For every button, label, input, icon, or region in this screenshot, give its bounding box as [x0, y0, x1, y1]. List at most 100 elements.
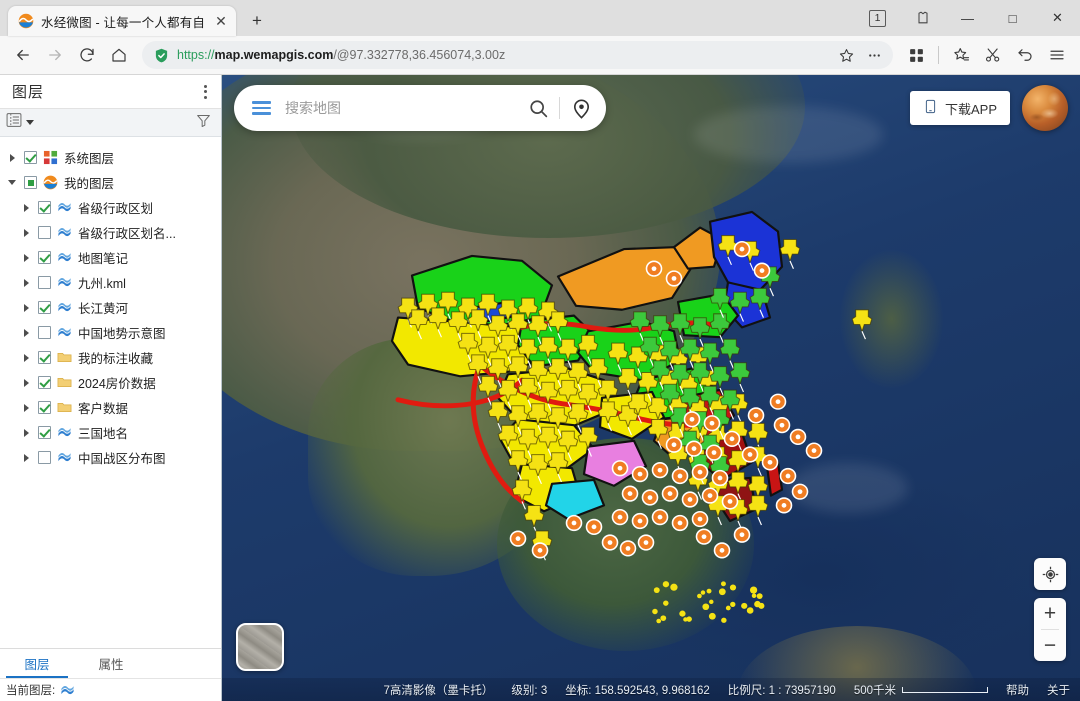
layer-tree-item[interactable]: 省级行政区划 [0, 195, 221, 220]
map-point-marker[interactable] [726, 606, 731, 611]
map-point-marker[interactable] [673, 469, 688, 484]
map-point-marker[interactable] [735, 527, 750, 542]
layer-checkbox[interactable] [38, 301, 51, 314]
forward-icon[interactable] [40, 40, 70, 70]
map-point-marker[interactable] [697, 594, 702, 599]
basemap-switcher-thumbnail[interactable] [236, 623, 284, 671]
layer-checkbox[interactable] [38, 201, 51, 214]
expand-arrow-icon[interactable] [20, 329, 32, 337]
maximize-button[interactable]: □ [990, 1, 1035, 35]
map-point-marker[interactable] [639, 535, 654, 550]
layer-tree-item[interactable]: 长江黄河 [0, 295, 221, 320]
home-icon[interactable] [104, 40, 134, 70]
layer-checkbox[interactable] [38, 326, 51, 339]
map-point-marker[interactable] [752, 594, 757, 598]
map-point-marker[interactable] [511, 531, 526, 546]
map-pin-marker[interactable] [780, 239, 800, 268]
layer-checkbox[interactable] [38, 351, 51, 364]
expand-arrow-icon[interactable] [20, 429, 32, 437]
map-point-marker[interactable] [660, 615, 666, 621]
close-icon[interactable]: ✕ [212, 12, 230, 30]
layer-tree-item[interactable]: 2024房价数据 [0, 370, 221, 395]
map-point-marker[interactable] [663, 486, 678, 501]
layer-checkbox[interactable] [38, 451, 51, 464]
kebab-menu-icon[interactable] [200, 80, 211, 104]
collections-icon[interactable] [946, 40, 976, 70]
map-point-marker[interactable] [613, 510, 628, 525]
map-point-marker[interactable] [777, 498, 792, 513]
layer-tree-item[interactable]: 地图笔记 [0, 245, 221, 270]
layer-checkbox[interactable] [38, 226, 51, 239]
map-point-marker[interactable] [683, 492, 698, 507]
layer-tree-item[interactable]: 九州.kml [0, 270, 221, 295]
map-point-marker[interactable] [723, 494, 738, 509]
map-point-marker[interactable] [533, 543, 548, 558]
map-point-marker[interactable] [771, 394, 786, 409]
map-point-marker[interactable] [603, 535, 618, 550]
profile-icon[interactable] [900, 1, 945, 35]
map-point-marker[interactable] [633, 467, 648, 482]
expand-arrow-icon[interactable] [20, 254, 32, 262]
map-point-marker[interactable] [663, 600, 669, 605]
layer-tree-item[interactable]: 系统图层 [0, 145, 221, 170]
tab-count-button[interactable]: 1 [855, 1, 900, 35]
new-tab-button[interactable]: + [242, 6, 272, 36]
map-point-marker[interactable] [755, 263, 770, 278]
map-point-marker[interactable] [735, 242, 750, 257]
map-point-marker[interactable] [741, 603, 747, 609]
expand-arrow-icon[interactable] [6, 154, 18, 162]
map-point-marker[interactable] [703, 488, 718, 503]
map-point-marker[interactable] [679, 611, 685, 617]
map-point-marker[interactable] [707, 445, 722, 460]
map-point-marker[interactable] [775, 418, 790, 433]
zoom-in-button[interactable]: + [1034, 598, 1066, 629]
map-point-marker[interactable] [633, 514, 648, 529]
layer-tree-item[interactable]: 三国地名 [0, 420, 221, 445]
search-input[interactable] [271, 100, 519, 116]
map-point-marker[interactable] [567, 516, 582, 531]
map-point-marker[interactable] [730, 602, 735, 607]
map-point-marker[interactable] [613, 461, 628, 476]
map-point-marker[interactable] [697, 529, 712, 544]
map-point-marker[interactable] [652, 609, 658, 614]
minimize-button[interactable]: — [945, 1, 990, 35]
help-link[interactable]: 帮助 [1006, 682, 1029, 698]
browser-tab[interactable]: 水经微图 - 让每一个人都有自 ✕ [8, 6, 236, 36]
expand-arrow-icon[interactable] [20, 379, 32, 387]
expand-arrow-icon[interactable] [20, 354, 32, 362]
ellipsis-icon[interactable] [861, 42, 887, 68]
layers-view-selector[interactable] [6, 112, 34, 133]
map-point-marker[interactable] [713, 471, 728, 486]
zoom-out-button[interactable]: − [1034, 630, 1066, 661]
map-point-marker[interactable] [693, 512, 708, 527]
map-point-marker[interactable] [647, 261, 662, 276]
expand-arrow-icon[interactable] [20, 304, 32, 312]
address-bar[interactable]: https://map.wemapgis.com/@97.332778,36.4… [142, 41, 893, 69]
undo-icon[interactable] [1010, 40, 1040, 70]
map-canvas[interactable]: 下载APP + − 7高清影像（墨卡托） 级别: 3 [222, 75, 1080, 701]
map-point-marker[interactable] [749, 408, 764, 423]
map-point-marker[interactable] [763, 455, 778, 470]
globe-thumbnail[interactable] [1022, 85, 1068, 131]
map-point-marker[interactable] [707, 589, 712, 594]
map-point-marker[interactable] [673, 516, 688, 531]
scissors-icon[interactable] [978, 40, 1008, 70]
layer-tree-item[interactable]: 我的图层 [0, 170, 221, 195]
back-icon[interactable] [8, 40, 38, 70]
layer-tree-item[interactable]: 中国战区分布图 [0, 445, 221, 470]
expand-arrow-icon[interactable] [20, 404, 32, 412]
map-point-marker[interactable] [709, 613, 716, 620]
layer-checkbox[interactable] [38, 276, 51, 289]
map-pin-marker[interactable] [852, 310, 872, 339]
map-point-marker[interactable] [705, 416, 720, 431]
panel-tab[interactable]: 图层 [0, 649, 74, 678]
map-point-marker[interactable] [743, 447, 758, 462]
layer-tree-item[interactable]: 中国地势示意图 [0, 320, 221, 345]
close-window-button[interactable]: ✕ [1035, 1, 1080, 35]
layer-checkbox[interactable] [38, 376, 51, 389]
map-point-marker[interactable] [687, 441, 702, 456]
map-point-marker[interactable] [693, 465, 708, 480]
map-point-marker[interactable] [719, 588, 726, 595]
crosshair-icon[interactable] [1034, 558, 1066, 590]
layer-tree-item[interactable]: 客户数据 [0, 395, 221, 420]
